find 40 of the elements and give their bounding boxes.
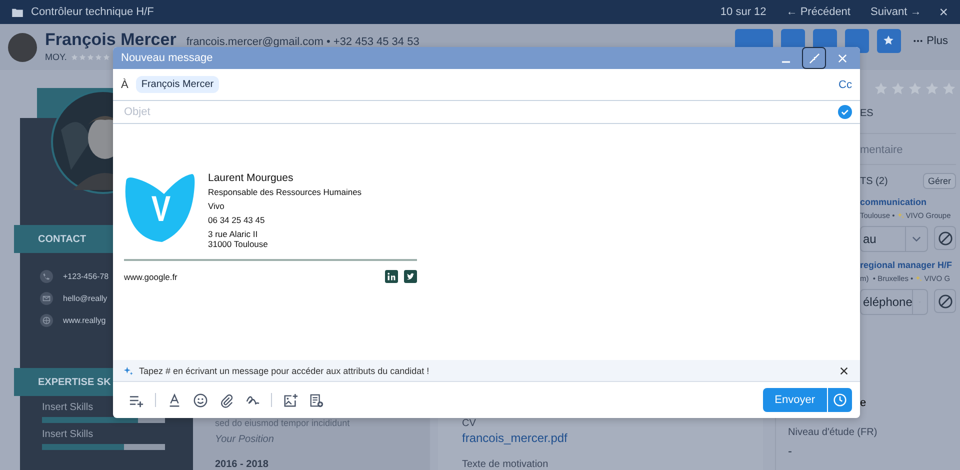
more-button[interactable]: Plus — [908, 35, 952, 47]
manage-button[interactable]: Gérer — [922, 173, 956, 189]
to-label: À — [121, 78, 128, 90]
contact-text: +123-456-78 — [63, 272, 109, 280]
next-link[interactable]: Suivant → — [870, 6, 922, 18]
skill-label: Insert Skills — [42, 429, 94, 440]
previous-link[interactable]: ← Précédent — [786, 6, 850, 18]
signature-address: 31000 Toulouse — [208, 239, 269, 249]
skill-label: Insert Skills — [42, 402, 94, 413]
close-button[interactable]: × — [939, 4, 948, 20]
job-title: Contrôleur technique H/F — [31, 6, 154, 18]
recipient-chip[interactable]: François Mercer — [136, 76, 219, 93]
education-label: Niveau d'étude (FR) — [788, 427, 878, 438]
cv-file-link[interactable]: francois_mercer.pdf — [462, 431, 763, 445]
website-link[interactable]: www.google.fr — [124, 272, 178, 282]
cv-label: CV — [462, 418, 477, 429]
motivation-label: Texte de motivation — [462, 459, 550, 470]
summary-text: sed do eiusmod tempor incididunt — [215, 418, 351, 428]
cc-link[interactable]: Cc — [838, 78, 852, 90]
contact-text: hello@really — [63, 294, 108, 302]
job-link[interactable]: communication — [860, 197, 956, 207]
signature-name: Laurent Mourgues — [208, 172, 294, 184]
composer-title: Nouveau message — [121, 52, 213, 64]
send-button[interactable]: Envoyer — [762, 388, 827, 412]
position-text: Your Position — [215, 434, 275, 445]
field-label: e — [860, 397, 868, 409]
candidate-contact: francois.mercer@gmail.com • +32 453 45 34 53 — [186, 36, 420, 48]
signature-role: Responsable des Ressources Humaines — [208, 187, 362, 198]
job-link[interactable]: regional manager H/F — [860, 260, 956, 270]
candidate-name: François Mercer — [45, 30, 176, 50]
signature-phone: 06 34 25 43 45 — [208, 215, 266, 226]
signature-address: 3 rue Alaric II — [208, 229, 259, 239]
position-counter: 10 sur 12 — [720, 6, 766, 18]
jobs-heading: TS (2) — [860, 176, 888, 186]
rating-label: MOY. — [45, 52, 67, 62]
contact-text: www.reallyg — [63, 316, 106, 324]
education-value: - — [788, 444, 793, 458]
notes-heading: ES — [860, 108, 874, 119]
signature-company: Vivo — [208, 201, 226, 212]
dates-text: 2016 - 2018 — [215, 459, 270, 470]
